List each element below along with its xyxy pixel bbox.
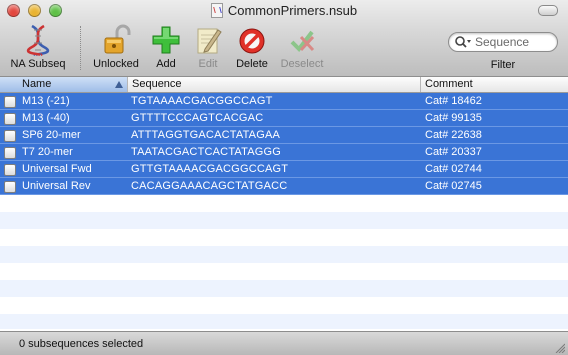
status-bar: 0 subsequences selected: [0, 331, 568, 355]
table-row[interactable]: M13 (-40) GTTTTCCCAGTCACGAC Cat# 99135: [0, 110, 568, 127]
cell-comment: Cat# 02745: [425, 180, 482, 192]
document-proxy-icon[interactable]: [210, 3, 223, 18]
table-row[interactable]: T7 20-mer TAATACGACTCACTATAGGG Cat# 2033…: [0, 144, 568, 161]
cell-name: Universal Fwd: [22, 163, 92, 175]
column-header-sequence-label: Sequence: [132, 78, 182, 90]
app-window: CommonPrimers.nsub NA Subseq Unlocked Ad…: [0, 0, 568, 355]
toolbar-toggle-button[interactable]: [538, 5, 558, 16]
cell-name: M13 (-21): [22, 95, 70, 107]
table-header: Name Sequence Comment: [0, 77, 568, 93]
cell-sequence: CACAGGAAACAGCTATGACC: [131, 180, 288, 192]
cell-comment: Cat# 99135: [425, 112, 482, 124]
column-header-sequence[interactable]: Sequence: [128, 77, 421, 92]
toolbar-separator: [80, 26, 81, 70]
search-icon[interactable]: [454, 35, 472, 49]
window-chrome: CommonPrimers.nsub NA Subseq Unlocked Ad…: [0, 0, 568, 77]
unlocked-button[interactable]: Unlocked: [88, 24, 144, 71]
cell-sequence: GTTGTAAAACGACGGCCAGT: [131, 163, 289, 175]
delete-label: Delete: [236, 58, 268, 70]
cell-name: SP6 20-mer: [22, 129, 81, 141]
row-checkbox[interactable]: [4, 130, 16, 142]
window-title: CommonPrimers.nsub: [227, 3, 358, 18]
resize-grip-icon[interactable]: [555, 343, 566, 354]
cell-name: Universal Rev: [22, 180, 91, 192]
filter-label: Filter: [490, 59, 516, 71]
row-checkbox[interactable]: [4, 181, 16, 193]
empty-row: [0, 212, 568, 229]
cell-comment: Cat# 20337: [425, 146, 482, 158]
cell-sequence: TAATACGACTCACTATAGGG: [131, 146, 282, 158]
search-input[interactable]: [472, 35, 555, 49]
cell-comment: Cat# 18462: [425, 95, 482, 107]
empty-row: [0, 229, 568, 246]
sort-ascending-icon: [115, 81, 123, 88]
empty-row: [0, 280, 568, 297]
cell-comment: Cat# 22638: [425, 129, 482, 141]
search-field[interactable]: [448, 32, 558, 52]
deselect-label: Deselect: [280, 58, 324, 70]
empty-row: [0, 297, 568, 314]
deselect-check-icon: [274, 24, 330, 56]
status-text: 0 subsequences selected: [19, 338, 144, 350]
column-header-comment[interactable]: Comment: [421, 77, 568, 92]
na-subseq-button[interactable]: NA Subseq: [10, 24, 66, 71]
cell-comment: Cat# 02744: [425, 163, 482, 175]
unlocked-label: Unlocked: [93, 58, 139, 70]
window-title-bar: CommonPrimers.nsub: [0, 3, 568, 18]
cell-sequence: TGTAAAACGACGGCCAGT: [131, 95, 273, 107]
deselect-button[interactable]: Deselect: [274, 24, 330, 71]
red-no-symbol-icon: [224, 24, 280, 56]
table-row[interactable]: M13 (-21) TGTAAAACGACGGCCAGT Cat# 18462: [0, 93, 568, 110]
cell-sequence: ATTTAGGTGACACTATAGAA: [131, 129, 281, 141]
row-checkbox[interactable]: [4, 147, 16, 159]
table-row[interactable]: Universal Rev CACAGGAAACAGCTATGACC Cat# …: [0, 178, 568, 195]
row-checkbox[interactable]: [4, 96, 16, 108]
column-header-name-label: Name: [22, 78, 52, 90]
delete-button[interactable]: Delete: [224, 24, 280, 71]
column-header-comment-label: Comment: [425, 78, 473, 90]
unlocked-padlock-icon: [88, 24, 144, 56]
subsequence-table: Name Sequence Comment M13 (-21) TGTAAAAC…: [0, 77, 568, 329]
table-body: M13 (-21) TGTAAAACGACGGCCAGT Cat# 18462 …: [0, 93, 568, 329]
row-checkbox[interactable]: [4, 113, 16, 125]
table-row[interactable]: Universal Fwd GTTGTAAAACGACGGCCAGT Cat# …: [0, 161, 568, 178]
empty-row: [0, 314, 568, 329]
row-checkbox[interactable]: [4, 164, 16, 176]
empty-row: [0, 195, 568, 212]
cell-name: M13 (-40): [22, 112, 70, 124]
column-header-name[interactable]: Name: [0, 77, 128, 92]
na-subseq-label: NA Subseq: [10, 58, 66, 70]
dna-helix-icon: [10, 24, 66, 56]
empty-row: [0, 246, 568, 263]
cell-sequence: GTTTTCCCAGTCACGAC: [131, 112, 264, 124]
cell-name: T7 20-mer: [22, 146, 73, 158]
empty-row: [0, 263, 568, 280]
table-row[interactable]: SP6 20-mer ATTTAGGTGACACTATAGAA Cat# 226…: [0, 127, 568, 144]
